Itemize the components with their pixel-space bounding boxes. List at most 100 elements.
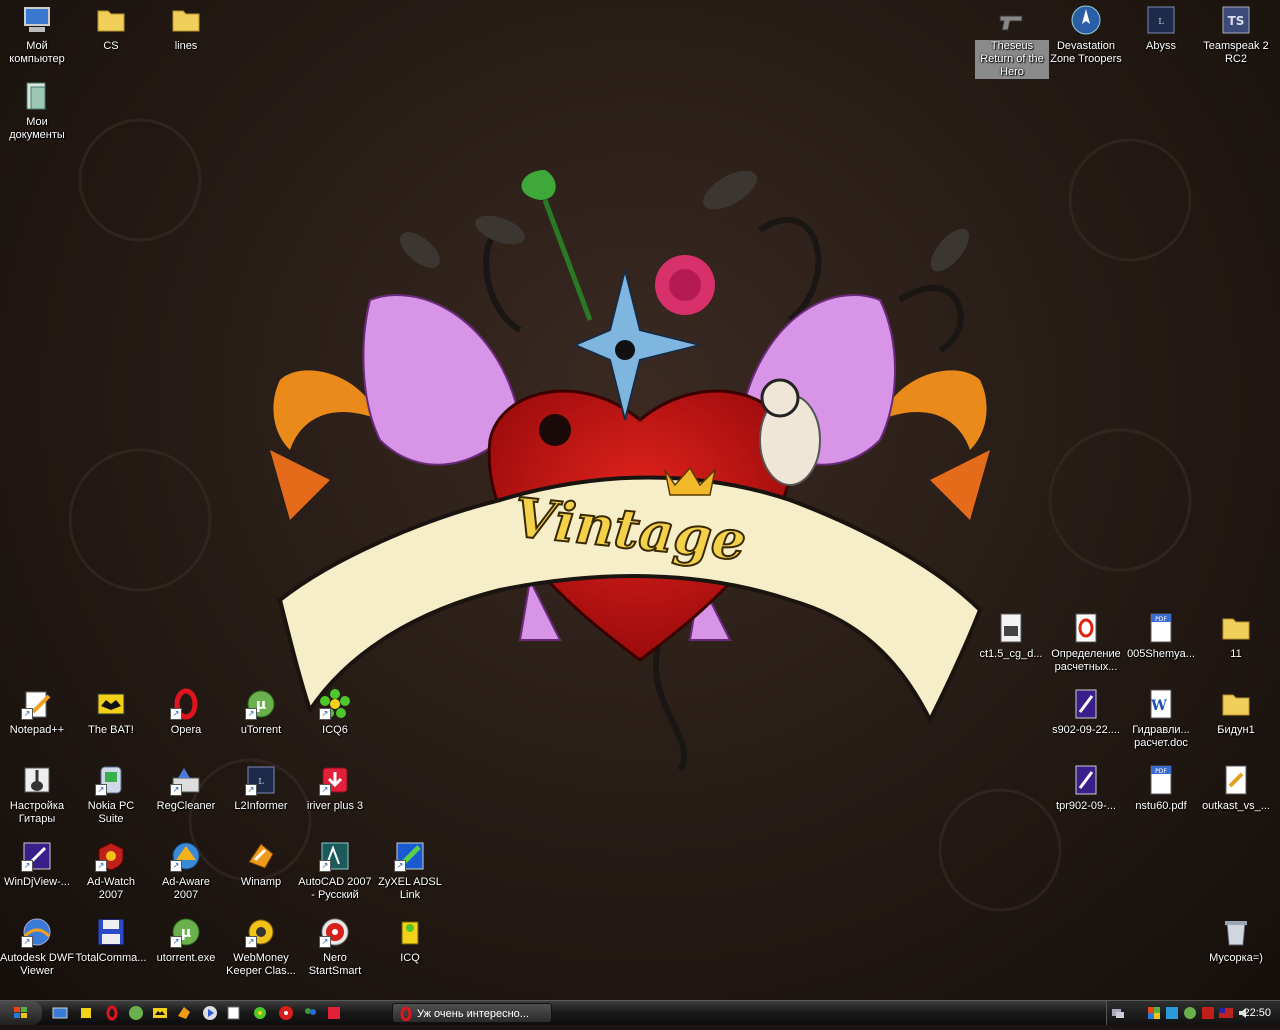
- desktop-icon-winamp[interactable]: Winamp: [224, 838, 298, 889]
- desktop-icon-djvu-s902[interactable]: s902-09-22....: [1049, 686, 1123, 737]
- desktop-icon-pdf-nstu60[interactable]: PDF nstu60.pdf: [1124, 762, 1198, 813]
- desktop-icon-ad-aware[interactable]: ↗ Ad-Aware 2007: [149, 838, 223, 902]
- desktop-icon-teamspeak[interactable]: TS Teamspeak 2 RC2: [1199, 2, 1273, 66]
- utorrent-tray-icon[interactable]: [1183, 1006, 1197, 1020]
- svg-text:PDF: PDF: [1155, 768, 1167, 775]
- desktop-icon-windjview[interactable]: ↗ WinDjView-...: [0, 838, 74, 889]
- antivirus-icon[interactable]: [1165, 1006, 1179, 1020]
- desktop-icon-media-file[interactable]: ct1.5_cg_d...: [974, 610, 1048, 661]
- shortcut-arrow-icon: ↗: [21, 708, 33, 720]
- quicklaunch-show-desktop-icon[interactable]: [52, 1005, 68, 1021]
- language-flag-icon[interactable]: [1219, 1006, 1233, 1020]
- desktop-icon-my-documents[interactable]: Мои документы: [0, 78, 74, 142]
- desktop-icon-the-bat[interactable]: The BAT!: [74, 686, 148, 737]
- recycle-bin-icon: [1220, 916, 1252, 948]
- shortcut-arrow-icon: ↗: [319, 784, 331, 796]
- zyxel-icon: ↗: [394, 840, 426, 872]
- shortcut-arrow-icon: ↗: [245, 784, 257, 796]
- desktop-icon-guitar-tuner[interactable]: Настройка Гитары: [0, 762, 74, 826]
- desktop-icon-theseus[interactable]: Theseus Return of the Hero: [975, 2, 1049, 79]
- revolver-icon: [996, 4, 1028, 36]
- desktop-icon-outkast-file[interactable]: outkast_vs_...: [1199, 762, 1273, 813]
- icon-label: tpr902-09-...: [1056, 800, 1116, 812]
- start-button[interactable]: [0, 1001, 42, 1025]
- icon-label: CS: [103, 40, 119, 52]
- windows-flag-tray-icon[interactable]: [1147, 1006, 1161, 1020]
- desktop-icon-lines-folder[interactable]: lines: [149, 2, 223, 53]
- desktop-icon-l2informer[interactable]: L ↗ L2Informer: [224, 762, 298, 813]
- media-file-icon: [995, 612, 1027, 644]
- regcleaner-icon: ↗: [170, 764, 202, 796]
- icon-label: s902-09-22....: [1052, 724, 1120, 736]
- desktop-icon-dwf-viewer[interactable]: ↗ Autodesk DWF Viewer: [0, 914, 74, 978]
- quicklaunch-nero-icon[interactable]: [278, 1005, 294, 1021]
- desktop-icon-nero[interactable]: ↗ Nero StartSmart: [298, 914, 372, 978]
- adwatch-icon: ↗: [95, 840, 127, 872]
- network-icon[interactable]: [1111, 1006, 1125, 1020]
- desktop-icon-utorrent-exe[interactable]: µ ↗ utorrent.exe: [149, 914, 223, 965]
- quicklaunch-the-bat-icon[interactable]: [152, 1005, 168, 1021]
- desktop-icon-cs-folder[interactable]: CS: [74, 2, 148, 53]
- folder-icon: [1220, 612, 1252, 644]
- icon-label: iriver plus 3: [306, 800, 364, 812]
- shortcut-arrow-icon: ↗: [21, 860, 33, 872]
- desktop-icon-opera[interactable]: ↗ Opera: [149, 686, 223, 737]
- my-documents-icon: [21, 80, 53, 112]
- desktop-icon-webmoney[interactable]: ↗ WebMoney Keeper Clas...: [224, 914, 298, 978]
- adaware-icon: ↗: [170, 840, 202, 872]
- desktop-icon-utorrent[interactable]: µ ↗ uTorrent: [224, 686, 298, 737]
- icon-label: Мусорка=): [1209, 952, 1263, 964]
- desktop-icon-my-computer[interactable]: Мой компьютер: [0, 2, 74, 66]
- text-file-icon: [1220, 764, 1252, 796]
- desktop-icon-word-doc[interactable]: W Гидравли... расчет.doc: [1124, 686, 1198, 750]
- desktop-icon-abyss[interactable]: L Abyss: [1124, 2, 1198, 53]
- security-tray-icon[interactable]: [1201, 1006, 1215, 1020]
- icon-label: Nokia PC Suite: [87, 800, 135, 825]
- quicklaunch-notepad-icon[interactable]: [226, 1005, 242, 1021]
- icon-label: Winamp: [240, 876, 282, 888]
- quicklaunch-puzzle-icon[interactable]: [78, 1005, 94, 1021]
- shortcut-arrow-icon: ↗: [394, 860, 406, 872]
- djvu-icon: [1070, 764, 1102, 796]
- windows-logo-icon: [14, 1007, 27, 1018]
- quicklaunch-winamp-icon[interactable]: [176, 1005, 192, 1021]
- icon-label: Nero StartSmart: [308, 952, 362, 977]
- taskbar-window-button[interactable]: Уж очень интересно...: [392, 1003, 552, 1023]
- desktop-icon-total-commander[interactable]: TotalComma...: [74, 914, 148, 965]
- desktop-icon-regcleaner[interactable]: ↗ RegCleaner: [149, 762, 223, 813]
- quicklaunch-utorrent-icon[interactable]: [128, 1005, 144, 1021]
- notepad-icon: ↗: [21, 688, 53, 720]
- computer-icon: [21, 4, 53, 36]
- desktop-icon-devastation[interactable]: Devastation Zone Troopers: [1049, 2, 1123, 66]
- icon-label: The BAT!: [88, 724, 134, 736]
- desktop-icon-recycle-bin[interactable]: Мусорка=): [1199, 914, 1273, 965]
- shortcut-arrow-icon: ↗: [319, 936, 331, 948]
- desktop[interactable]: Vintage Мой компьютер CS lines Мои докум…: [0, 0, 1280, 1000]
- svg-text:PDF: PDF: [1155, 616, 1167, 623]
- clock[interactable]: 22:50: [1243, 1001, 1271, 1025]
- shortcut-arrow-icon: ↗: [170, 784, 182, 796]
- shortcut-arrow-icon: ↗: [319, 708, 331, 720]
- quicklaunch-icq-icon[interactable]: [252, 1005, 268, 1021]
- desktop-icon-nokia-pc-suite[interactable]: ↗ Nokia PC Suite: [74, 762, 148, 826]
- quicklaunch-opera-icon[interactable]: [104, 1005, 120, 1021]
- desktop-icon-icq6[interactable]: ↗ ICQ6: [298, 686, 372, 737]
- desktop-icon-opera-doc[interactable]: Определение расчетных...: [1049, 610, 1123, 674]
- dwf-icon: ↗: [21, 916, 53, 948]
- desktop-icon-autocad[interactable]: ↗ AutoCAD 2007 - Русский: [298, 838, 372, 902]
- quicklaunch-iriver-icon[interactable]: [326, 1005, 342, 1021]
- desktop-icon-folder-11[interactable]: 11: [1199, 610, 1273, 661]
- desktop-icon-ad-watch[interactable]: ↗ Ad-Watch 2007: [74, 838, 148, 902]
- desktop-icon-notepad-plus[interactable]: ↗ Notepad++: [0, 686, 74, 737]
- desktop-icon-pdf-005shemya[interactable]: PDF 005Shemya...: [1124, 610, 1198, 661]
- desktop-icon-djvu-tpr902[interactable]: tpr902-09-...: [1049, 762, 1123, 813]
- shortcut-arrow-icon: ↗: [95, 860, 107, 872]
- webmoney-icon: ↗: [245, 916, 277, 948]
- desktop-icon-iriver-plus[interactable]: ↗ iriver plus 3: [298, 762, 372, 813]
- desktop-icon-bidun-folder[interactable]: Бидун1: [1199, 686, 1273, 737]
- quicklaunch-media-player-icon[interactable]: [202, 1005, 218, 1021]
- quicklaunch-messenger-icon[interactable]: [302, 1005, 318, 1021]
- desktop-icon-icq[interactable]: ICQ: [373, 914, 447, 965]
- pdf-icon: PDF: [1145, 612, 1177, 644]
- desktop-icon-zyxel[interactable]: ↗ ZyXEL ADSL Link: [373, 838, 447, 902]
